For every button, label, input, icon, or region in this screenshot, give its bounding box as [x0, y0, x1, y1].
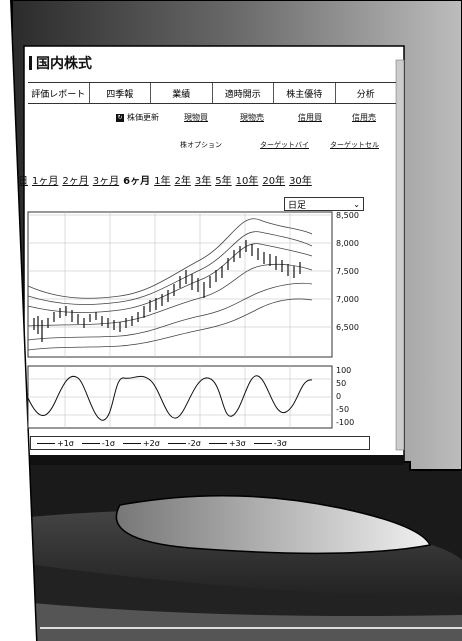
title-accent: [29, 56, 32, 70]
tab-analysis[interactable]: 分析: [336, 83, 397, 103]
tab-report[interactable]: 評価レポート: [28, 83, 90, 103]
tab-disclosure[interactable]: 適時開示: [213, 83, 274, 103]
buy-margin-link[interactable]: 信用買: [298, 112, 322, 123]
osc-tick: -50: [336, 405, 349, 414]
oscillator-chart: 100 50 0 -50 -100: [27, 365, 354, 429]
refresh-icon: ↻: [116, 113, 124, 122]
legend-item: -2σ: [167, 439, 201, 448]
period-30y[interactable]: 30年: [289, 172, 312, 187]
sell-cash-link[interactable]: 現物売: [240, 112, 264, 123]
period-day[interactable]: 日: [18, 172, 28, 187]
buy-cash-link[interactable]: 現物買: [184, 112, 208, 123]
target-sell-link[interactable]: ターゲットセル: [330, 140, 379, 150]
period-6m[interactable]: 6ヶ月: [123, 172, 150, 187]
sell-margin-link[interactable]: 信用売: [352, 112, 376, 123]
legend-item: +2σ: [122, 439, 160, 448]
page-title: 国内株式: [36, 56, 92, 72]
select-value: 日足: [288, 200, 307, 211]
period-selector: 日 1ヶ月 2ヶ月 3ヶ月 6ヶ月 1年 2年 3年 5年 10年 20年 30…: [18, 172, 312, 187]
osc-tick: 100: [336, 366, 351, 375]
tab-performance[interactable]: 業績: [151, 83, 213, 103]
price-chart: 8,500 8,000 7,500 7,000 6,500: [27, 211, 359, 358]
option-label[interactable]: 株オプション: [180, 140, 222, 150]
period-3m[interactable]: 3ヶ月: [93, 172, 119, 187]
legend-item: +3σ: [208, 439, 246, 448]
price-tick: 7,500: [336, 267, 359, 276]
price-tick: 7,000: [336, 295, 359, 304]
period-1y[interactable]: 1年: [154, 172, 170, 187]
legend-item: -3σ: [253, 439, 287, 448]
period-3y[interactable]: 3年: [195, 172, 211, 187]
price-tick: 6,500: [336, 323, 359, 332]
price-tick: 8,500: [336, 211, 359, 220]
tab-shikiho[interactable]: 四季報: [90, 83, 151, 103]
chart-legend: +1σ -1σ +2σ -2σ +3σ -3σ: [30, 436, 370, 450]
tab-bar: 評価レポート 四季報 業績 適時開示 株主優待 分析: [28, 82, 396, 104]
price-tick: 8,000: [336, 239, 359, 248]
osc-tick: 50: [336, 379, 346, 388]
period-2m[interactable]: 2ヶ月: [62, 172, 88, 187]
period-20y[interactable]: 20年: [262, 172, 285, 187]
refresh-label: 株価更新: [127, 113, 159, 122]
period-2y[interactable]: 2年: [174, 172, 190, 187]
target-buy-link[interactable]: ターゲットバイ: [260, 140, 309, 150]
period-5y[interactable]: 5年: [215, 172, 231, 187]
osc-tick: 0: [336, 392, 341, 401]
chart-interval-select[interactable]: 日足 ⌄: [284, 197, 364, 211]
period-10y[interactable]: 10年: [236, 172, 259, 187]
period-1m[interactable]: 1ヶ月: [32, 172, 58, 187]
tab-benefits[interactable]: 株主優待: [274, 83, 336, 103]
legend-item: +1σ: [37, 439, 74, 448]
legend-item: -1σ: [81, 439, 115, 448]
refresh-button[interactable]: ↻ 株価更新: [116, 112, 159, 123]
chevron-down-icon: ⌄: [353, 199, 360, 209]
osc-tick: -100: [336, 418, 354, 427]
